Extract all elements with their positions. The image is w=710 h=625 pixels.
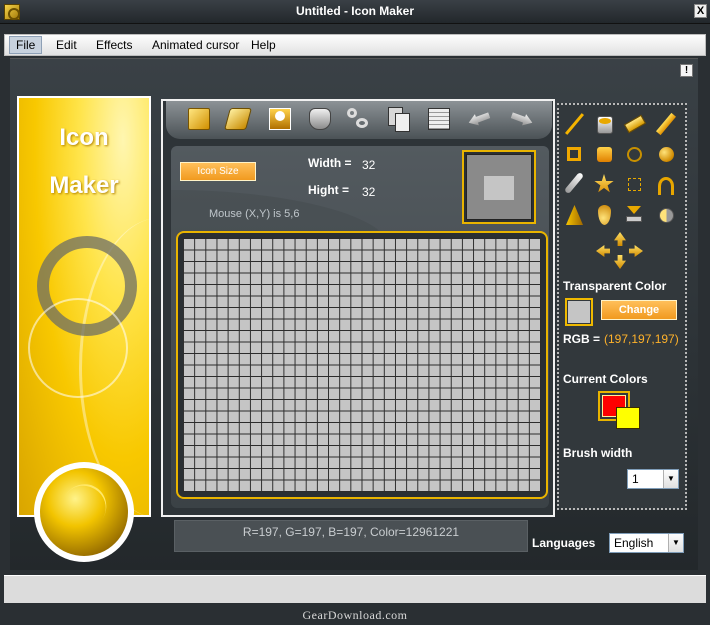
save-icon[interactable] xyxy=(266,105,294,133)
stamp-icon[interactable] xyxy=(622,203,646,227)
rectangle-outline-icon[interactable] xyxy=(562,142,586,166)
icon-preview-image xyxy=(484,176,514,200)
move-down-icon[interactable] xyxy=(608,251,632,275)
banner-ring-outline xyxy=(28,298,128,398)
copy-icon[interactable] xyxy=(386,105,414,133)
menu-edit[interactable]: Edit xyxy=(56,38,77,52)
rgb-value: (197,197,197) xyxy=(604,332,679,346)
cone-icon[interactable] xyxy=(562,203,586,227)
cut-icon[interactable] xyxy=(344,105,372,133)
ellipse-filled-icon[interactable] xyxy=(654,142,678,166)
brush-width-value: 1 xyxy=(632,472,639,486)
width-label: Width = xyxy=(308,156,352,170)
color-status: R=197, G=197, B=197, Color=12961221 xyxy=(174,520,528,552)
line-icon[interactable] xyxy=(562,112,586,136)
mouse-position: Mouse (X,Y) is 5,6 xyxy=(209,208,300,220)
brush-width-label: Brush width xyxy=(563,446,633,460)
star-icon[interactable] xyxy=(592,172,616,196)
sphere-icon[interactable] xyxy=(654,203,678,227)
rgb-label: RGB = xyxy=(563,332,601,346)
window-title: Untitled - Icon Maker xyxy=(295,4,414,18)
brush-width-select[interactable]: 1 ▼ xyxy=(627,469,679,489)
height-value: 32 xyxy=(362,185,376,199)
transparent-color-swatch[interactable] xyxy=(568,301,590,323)
chevron-down-icon[interactable]: ▼ xyxy=(668,534,683,552)
languages-label: Languages xyxy=(532,536,596,550)
curve-icon[interactable] xyxy=(654,172,678,196)
width-value: 32 xyxy=(362,158,376,172)
drop-icon[interactable] xyxy=(592,203,616,227)
menu-animated-cursor[interactable]: Animated cursor xyxy=(152,38,239,52)
lightning-orb-icon xyxy=(40,468,128,556)
redo-icon[interactable] xyxy=(508,105,536,133)
menu-file[interactable]: File xyxy=(9,36,43,54)
status-bar xyxy=(4,575,706,603)
menu-bar: File Edit Effects Animated cursor Help xyxy=(4,34,706,56)
title-bar: Untitled - Icon Maker X xyxy=(0,0,710,24)
import-icon[interactable] xyxy=(306,105,334,133)
ellipse-outline-icon[interactable] xyxy=(622,142,646,166)
secondary-color-swatch[interactable] xyxy=(616,407,640,429)
banner-title-line1: Icon xyxy=(59,124,109,151)
open-icon[interactable] xyxy=(224,105,252,133)
transparent-color-label: Transparent Color xyxy=(563,279,667,293)
height-label: Hight = xyxy=(308,183,349,197)
rectangle-filled-icon[interactable] xyxy=(592,142,616,166)
pencil-icon[interactable] xyxy=(654,112,678,136)
eraser-icon[interactable] xyxy=(622,112,647,136)
pixel-grid[interactable] xyxy=(183,238,541,492)
selection-icon[interactable] xyxy=(622,172,646,196)
color-picker-icon[interactable] xyxy=(562,171,586,196)
icon-size-button[interactable]: Icon Size xyxy=(180,162,256,181)
change-transparent-color-button[interactable]: Change xyxy=(601,300,677,320)
bucket-fill-icon[interactable] xyxy=(592,112,616,136)
app-window: Untitled - Icon Maker X File Edit Effect… xyxy=(0,0,710,625)
close-button[interactable]: X xyxy=(694,4,707,18)
chevron-down-icon[interactable]: ▼ xyxy=(663,470,678,488)
info-button[interactable]: ! xyxy=(680,64,693,77)
undo-icon[interactable] xyxy=(466,105,494,133)
language-value: English xyxy=(614,536,654,550)
icon-maker-banner: Icon Maker xyxy=(17,96,151,517)
language-select[interactable]: English ▼ xyxy=(609,533,684,553)
new-icon[interactable] xyxy=(185,105,213,133)
menu-help[interactable]: Help xyxy=(251,38,276,52)
current-colors-label: Current Colors xyxy=(563,372,648,386)
menu-effects[interactable]: Effects xyxy=(96,38,132,52)
paste-icon[interactable] xyxy=(425,105,453,133)
banner-title-line2: Maker xyxy=(49,172,119,199)
watermark: GearDownload.com xyxy=(302,608,408,622)
